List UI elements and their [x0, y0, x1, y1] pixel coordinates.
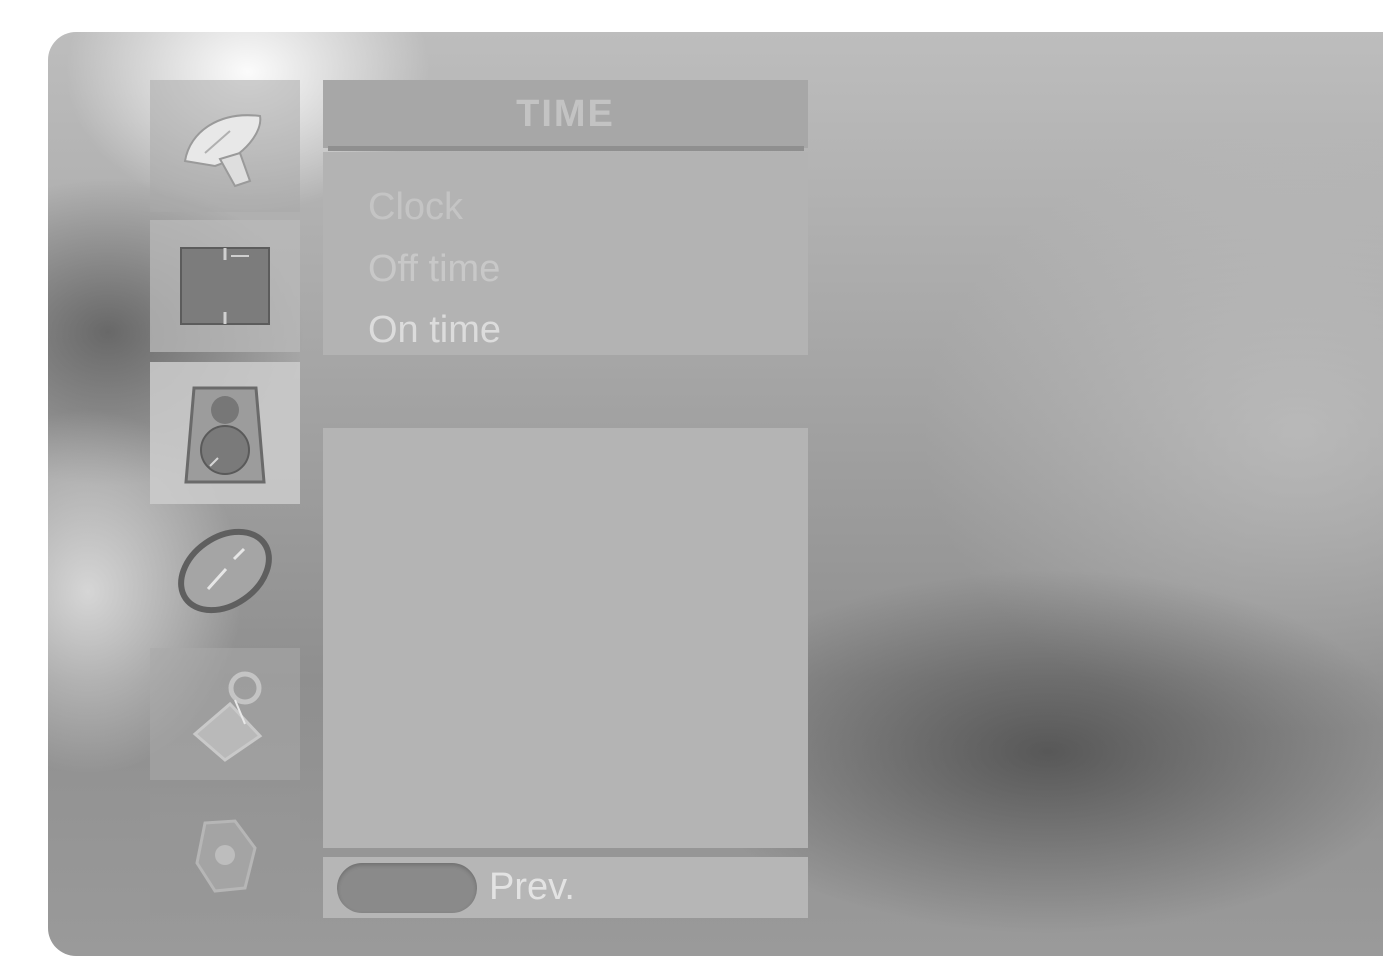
time-menu-list: Clock Off time On time	[323, 152, 808, 355]
title-divider	[328, 146, 804, 151]
menu-item-off-time[interactable]: Off time	[368, 247, 500, 291]
prev-label: Prev.	[489, 866, 575, 908]
sidebar-item-sound[interactable]	[150, 362, 300, 504]
menu-title-bar: TIME	[323, 80, 808, 148]
sidebar-item-channel[interactable]	[150, 80, 300, 212]
sidebar-item-picture[interactable]	[150, 220, 300, 352]
sidebar-item-setup[interactable]	[150, 788, 300, 918]
sidebar-item-time[interactable]	[150, 505, 300, 637]
speaker-icon	[184, 386, 266, 484]
menu-item-on-time[interactable]: On time	[368, 308, 501, 352]
clock-icon	[178, 528, 272, 614]
satellite-dish-icon	[183, 114, 262, 188]
menu-title: TIME	[516, 92, 615, 135]
setup-icon	[195, 819, 257, 893]
prev-button[interactable]	[337, 863, 477, 913]
footer-bar: Prev.	[323, 857, 808, 918]
picture-screen-icon	[180, 247, 270, 325]
menu-item-clock[interactable]: Clock	[368, 185, 463, 229]
lock-icon	[192, 671, 263, 762]
submenu-content-panel	[323, 428, 808, 848]
sidebar-item-lock[interactable]	[150, 648, 300, 780]
